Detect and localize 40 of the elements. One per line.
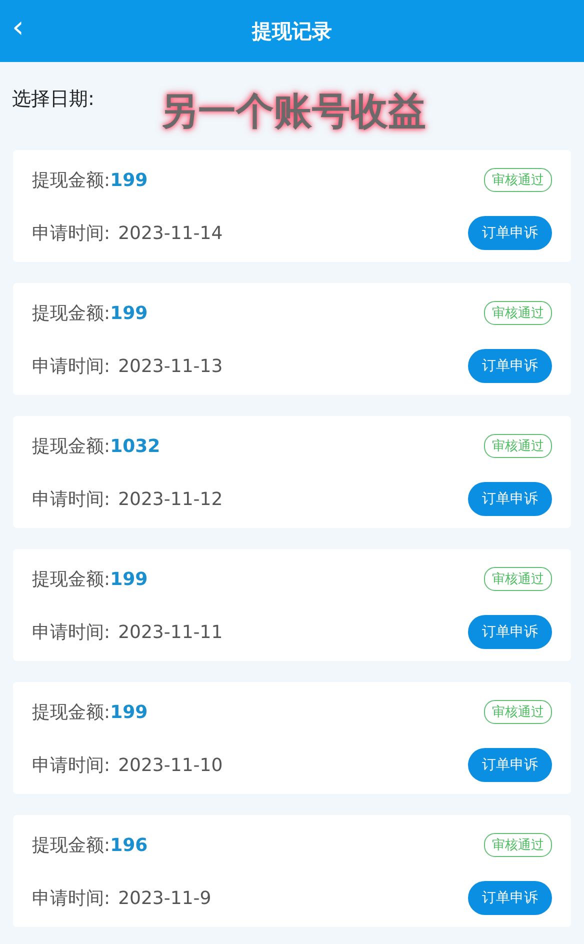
amount-label: 提现金额: xyxy=(32,834,110,857)
status-tag: 审核通过 xyxy=(484,567,552,591)
date-picker-label[interactable]: 选择日期: xyxy=(12,86,94,112)
time-value: 2023-11-12 xyxy=(118,488,223,510)
appeal-button[interactable]: 订单申诉 xyxy=(468,216,552,250)
time-label: 申请时间: xyxy=(32,488,110,511)
status-tag: 审核通过 xyxy=(484,700,552,724)
amount-value: 199 xyxy=(110,302,148,324)
back-button[interactable]: ‹ xyxy=(8,12,28,44)
appeal-button[interactable]: 订单申诉 xyxy=(468,881,552,915)
time-value: 2023-11-13 xyxy=(118,356,223,376)
amount-value: 199 xyxy=(110,568,148,590)
appeal-button[interactable]: 订单申诉 xyxy=(468,349,552,383)
time-label: 申请时间: xyxy=(32,887,110,910)
amount-value: 1032 xyxy=(110,436,160,456)
amount-value: 196 xyxy=(110,834,148,856)
status-tag: 审核通过 xyxy=(484,833,552,857)
amount-label: 提现金额: xyxy=(32,435,110,458)
amount-value: 199 xyxy=(110,170,148,190)
time-label: 申请时间: xyxy=(32,621,110,644)
amount-label: 提现金额: xyxy=(32,568,110,591)
annotation-overlay: 另一个账号收益 xyxy=(160,88,426,135)
time-value: 2023-11-9 xyxy=(118,888,212,908)
time-label: 申请时间: xyxy=(32,355,110,378)
status-tag: 审核通过 xyxy=(484,168,552,192)
appeal-button[interactable]: 订单申诉 xyxy=(468,615,552,649)
status-tag: 审核通过 xyxy=(484,434,552,458)
time-label: 申请时间: xyxy=(32,754,110,777)
time-value: 2023-11-11 xyxy=(118,622,223,642)
appeal-button[interactable]: 订单申诉 xyxy=(468,748,552,782)
amount-label: 提现金额: xyxy=(32,169,110,192)
time-value: 2023-11-10 xyxy=(118,754,223,776)
amount-label: 提现金额: xyxy=(32,302,110,325)
amount-value: 199 xyxy=(110,702,148,722)
appeal-button[interactable]: 订单申诉 xyxy=(468,482,552,516)
amount-label: 提现金额: xyxy=(32,701,110,724)
time-label: 申请时间: xyxy=(32,222,110,245)
status-tag: 审核通过 xyxy=(484,301,552,325)
page-title: 提现记录 xyxy=(252,18,332,44)
time-value: 2023-11-14 xyxy=(118,222,223,244)
